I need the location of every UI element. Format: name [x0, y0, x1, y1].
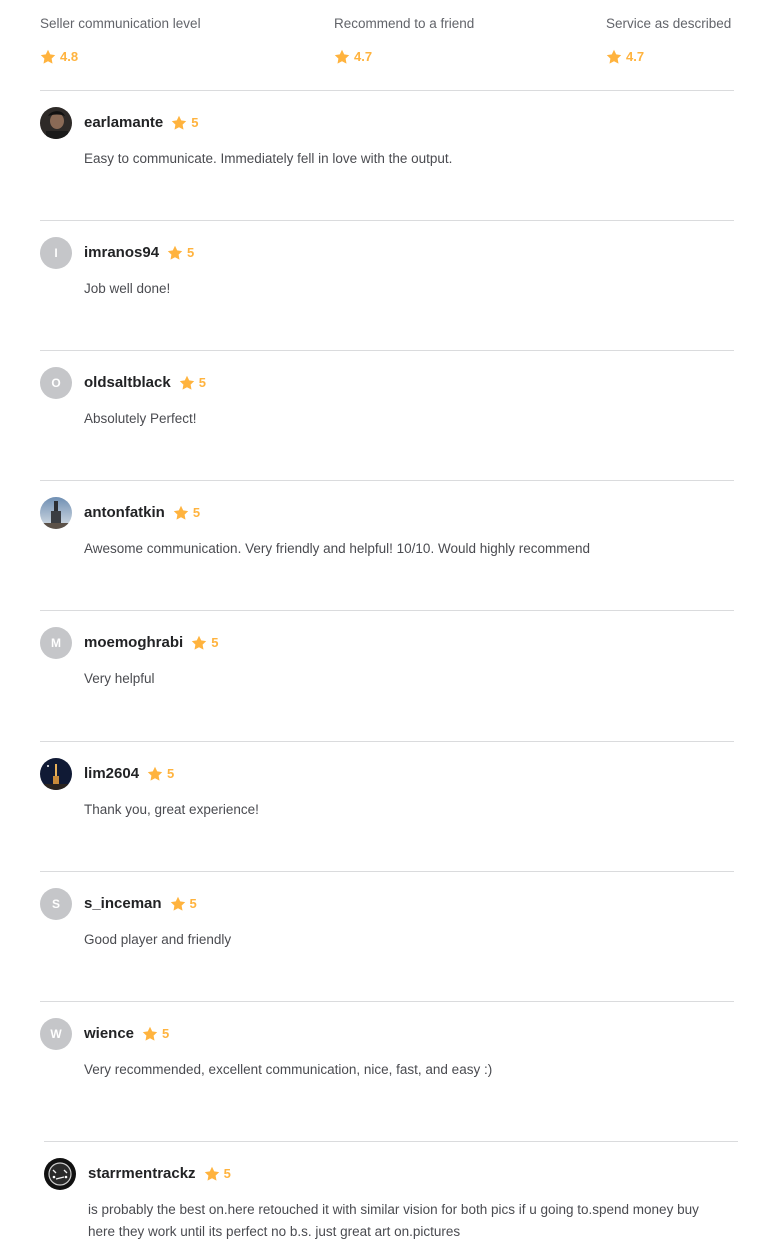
- review-text: Thank you, great experience!: [84, 802, 259, 817]
- star-icon: [142, 1026, 158, 1042]
- rating-value: 5: [167, 766, 175, 781]
- username-link[interactable]: lim2604: [84, 765, 139, 783]
- metric-value: 4.7: [626, 49, 645, 64]
- rating-value: 5: [223, 1166, 231, 1181]
- star-icon: [40, 49, 56, 65]
- review-item: Ooldsaltblack 5 Absolutely Perfect!: [40, 367, 740, 477]
- review-header: moemoghrabi 5: [84, 634, 218, 652]
- review-header: wience 5: [84, 1025, 169, 1043]
- rating-value: 5: [192, 505, 201, 520]
- avatar-initial[interactable]: M: [40, 627, 72, 659]
- review-text: Absolutely Perfect!: [84, 411, 197, 426]
- review-rating: 5: [191, 635, 218, 651]
- metric-service-as-described: Service as described 4.7: [606, 16, 731, 65]
- rating-summary: Seller communication level 4.8 Recommend…: [0, 0, 778, 90]
- divider: [40, 350, 734, 351]
- star-icon: [204, 1166, 220, 1182]
- review-text: Awesome communication. Very friendly and…: [84, 541, 591, 556]
- review-header: imranos94 5: [84, 244, 194, 262]
- review-item: earlamante 5 Easy to communicate. Immediat…: [40, 107, 740, 217]
- review-text: Good player and friendly: [84, 932, 232, 947]
- review-rating: 5: [167, 245, 194, 261]
- avatar[interactable]: [40, 758, 72, 790]
- avatar[interactable]: [40, 107, 72, 139]
- rating-value: 5: [162, 1026, 170, 1041]
- metric-value: 4.8: [60, 49, 79, 64]
- star-icon: [167, 245, 183, 261]
- review-rating: 5: [171, 115, 198, 131]
- metric-rating: 4.7: [606, 49, 731, 65]
- username-link[interactable]: earlamante: [84, 114, 163, 132]
- review-rating: 5: [179, 375, 206, 391]
- username-link[interactable]: antonfatkin: [84, 504, 165, 522]
- review-rating: 5: [204, 1166, 231, 1182]
- divider: [40, 1001, 734, 1002]
- review-item: Ss_inceman 5 Good player and friendly: [40, 888, 740, 998]
- review-header: antonfatkin 5: [84, 504, 200, 522]
- metric-label: Recommend to a friend: [334, 16, 475, 31]
- rating-value: 5: [191, 115, 199, 130]
- review-header: earlamante 5: [84, 114, 198, 132]
- review-rating: 5: [173, 505, 200, 521]
- star-icon: [173, 505, 189, 521]
- star-icon: [179, 375, 195, 391]
- rating-value: 5: [198, 375, 206, 390]
- divider: [40, 871, 734, 872]
- metric-rating: 4.8: [40, 49, 201, 65]
- review-text: Very recommended, excellent communicatio…: [84, 1062, 493, 1077]
- review-text: is probably the best on.here retouched i…: [88, 1202, 699, 1239]
- review-rating: 5: [147, 766, 174, 782]
- username-link[interactable]: wience: [84, 1025, 134, 1043]
- star-icon: [334, 49, 350, 65]
- star-icon: [171, 115, 187, 131]
- metric-value: 4.7: [354, 49, 373, 64]
- avatar-initial[interactable]: S: [40, 888, 72, 920]
- review-item: lim2604 5 Thank you, great experience!: [40, 758, 740, 868]
- review-header: s_inceman 5: [84, 895, 197, 913]
- username-link[interactable]: moemoghrabi: [84, 634, 183, 652]
- avatar[interactable]: [44, 1158, 76, 1190]
- star-icon: [606, 49, 622, 65]
- avatar[interactable]: [40, 497, 72, 529]
- avatar-initial[interactable]: W: [40, 1018, 72, 1050]
- star-icon: [147, 766, 163, 782]
- review-header: starrmentrackz 5: [88, 1165, 231, 1183]
- review-item: Wwience 5 Very recommended, excellent comm…: [40, 1018, 740, 1128]
- rating-value: 5: [211, 635, 219, 650]
- review-rating: 5: [170, 896, 197, 912]
- review-item: Mmoemoghrabi 5 Very helpful: [40, 627, 740, 737]
- username-link[interactable]: starrmentrackz: [88, 1165, 196, 1183]
- review-item: starrmentrackz 5 is probably the best on.h…: [44, 1158, 744, 1256]
- review-item: Iimranos94 5 Job well done!: [40, 237, 740, 347]
- divider: [40, 480, 734, 481]
- review-text: Easy to communicate. Immediately fell in…: [84, 151, 453, 166]
- rating-value: 5: [189, 896, 197, 911]
- metric-label: Seller communication level: [40, 16, 201, 31]
- review-text: Job well done!: [84, 281, 171, 296]
- metric-label: Service as described: [606, 16, 732, 31]
- rating-value: 5: [187, 245, 195, 260]
- divider: [40, 220, 734, 221]
- username-link[interactable]: s_inceman: [84, 895, 162, 913]
- review-header: lim2604 5: [84, 765, 174, 783]
- review-header: oldsaltblack 5: [84, 374, 206, 392]
- divider: [44, 1141, 738, 1142]
- divider: [40, 90, 734, 91]
- star-icon: [191, 635, 207, 651]
- username-link[interactable]: imranos94: [84, 244, 159, 262]
- review-text: Very helpful: [84, 671, 155, 686]
- review-rating: 5: [142, 1026, 169, 1042]
- metric-rating: 4.7: [334, 49, 474, 65]
- avatar-initial[interactable]: I: [40, 237, 72, 269]
- avatar-initial[interactable]: O: [40, 367, 72, 399]
- metric-seller-communication: Seller communication level 4.8: [40, 16, 201, 65]
- star-icon: [170, 896, 186, 912]
- divider: [40, 741, 734, 742]
- metric-recommend-to-friend: Recommend to a friend 4.7: [334, 16, 474, 65]
- username-link[interactable]: oldsaltblack: [84, 374, 171, 392]
- review-item: antonfatkin 5 Awesome communication. Very …: [40, 497, 740, 607]
- divider: [40, 610, 734, 611]
